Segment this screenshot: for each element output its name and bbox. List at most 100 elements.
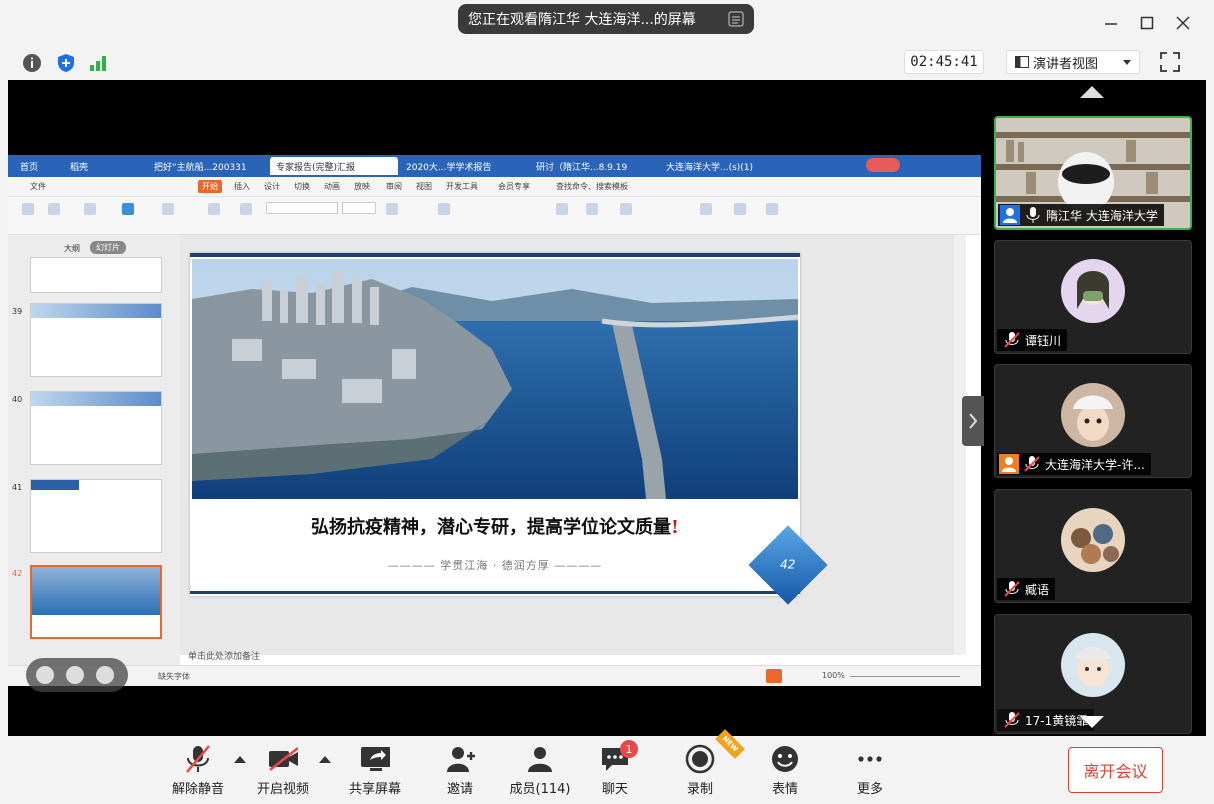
- chevron-right-icon: [969, 413, 978, 429]
- layout-icon: [1015, 56, 1029, 68]
- scroll-down-icon[interactable]: [1080, 716, 1104, 730]
- motto-right: 德润方厚: [501, 559, 550, 572]
- slide-title: 弘扬抗疫精神，潜心专研，提高学位论文质量!: [190, 513, 800, 539]
- screen-share-banner[interactable]: 您正在观看隋江华 大连海洋...的屏幕: [458, 4, 754, 34]
- close-button[interactable]: [1172, 12, 1194, 34]
- speaker-notes: 单击此处添加备注: [188, 652, 261, 662]
- slide-editing-area: 弘扬抗疫精神，潜心专研，提高学位论文质量! ———— 学贯江海 · 德润方厚 —…: [180, 235, 966, 655]
- fullscreen-icon[interactable]: [1160, 52, 1180, 72]
- share-screen-button[interactable]: 共享屏幕: [335, 744, 415, 798]
- info-icon[interactable]: [22, 53, 42, 73]
- signal-strength-icon[interactable]: [88, 53, 108, 73]
- ribbon-icon: [766, 203, 778, 215]
- microphone-muted-icon: [1024, 456, 1040, 472]
- invite-button[interactable]: 邀请: [420, 744, 500, 798]
- participant-name: 隋江华 大连海洋大学: [1046, 208, 1158, 223]
- user-avatar-icon: [1000, 205, 1020, 225]
- ribbon-icon: [240, 203, 252, 215]
- participant-name: 臧语: [1025, 582, 1050, 597]
- share-screen-label: 共享屏幕: [348, 782, 401, 797]
- meeting-toolbar: 解除静音 开启视频 共享屏幕 邀请 成员(114) 聊天: [0, 736, 1214, 804]
- chat-button[interactable]: 聊天: [575, 744, 655, 798]
- unmute-label: 解除静音: [171, 782, 224, 797]
- thumbnail-number: 41: [12, 483, 23, 492]
- participants-label: 成员(114): [509, 782, 571, 797]
- microphone-muted-icon: [1004, 581, 1020, 597]
- security-shield-icon[interactable]: [56, 53, 76, 73]
- participant-name-bar: 臧语: [997, 578, 1056, 600]
- reaction-icon[interactable]: [96, 666, 114, 684]
- members-icon: [528, 747, 552, 772]
- participant-tile[interactable]: 大连海洋大学-许...: [994, 364, 1192, 478]
- ribbon-icon: [620, 203, 632, 215]
- participants-button[interactable]: 成员(114): [497, 744, 583, 798]
- record-label: 录制: [686, 782, 713, 797]
- wps-menu-item: 设计: [264, 182, 280, 191]
- participant-tile-active[interactable]: 隋江华 大连海洋大学: [994, 116, 1192, 230]
- chat-unread-badge: 1: [620, 740, 638, 758]
- zoom-slider: [850, 676, 960, 677]
- record-icon: [685, 744, 715, 774]
- slide-thumbnail: [30, 303, 162, 377]
- next-page-button[interactable]: [962, 396, 984, 446]
- maximize-button[interactable]: [1136, 12, 1158, 34]
- speaker-view-button[interactable]: 演讲者视图: [1006, 50, 1140, 74]
- more-button[interactable]: 更多: [830, 744, 910, 798]
- microphone-muted-icon: [1004, 712, 1020, 728]
- meeting-window: 您正在观看隋江华 大连海洋...的屏幕 02:45:41 演讲者视图 首页 稻壳…: [0, 0, 1214, 804]
- wps-tab-bar: 首页 稻壳 把好“主航船...200331 专家报告(完整)汇报 2020大..…: [8, 155, 981, 177]
- close-icon: [1176, 16, 1190, 30]
- participant-name: 17-1黄镜霏: [1025, 713, 1089, 728]
- chevron-down-icon: [1123, 60, 1131, 65]
- ribbon-icon: [208, 203, 220, 215]
- missing-font-status: 缺失字体: [158, 672, 190, 681]
- thumbnail-number: 42: [12, 569, 23, 578]
- reaction-icon[interactable]: [66, 666, 84, 684]
- slide-thumbnail: [30, 479, 162, 553]
- leave-meeting-button[interactable]: 离开会议: [1068, 747, 1163, 793]
- participant-tile[interactable]: 臧语: [994, 489, 1192, 603]
- slide-thumbnail: [30, 391, 162, 465]
- more-dots-icon: [858, 756, 882, 762]
- participant-avatar: [1061, 259, 1125, 323]
- scroll-up-icon[interactable]: [1080, 84, 1104, 98]
- reactions-overlay[interactable]: [26, 658, 128, 692]
- more-label: 更多: [856, 782, 883, 797]
- slide-title-text: 弘扬抗疫精神，潜心专研，提高学位论文质量: [311, 517, 672, 538]
- ribbon-icon: [48, 203, 60, 215]
- participant-name-bar: 大连海洋大学-许...: [997, 453, 1151, 475]
- ribbon-icon: [122, 203, 134, 215]
- play-icon: [766, 669, 782, 683]
- wps-menu-item: 放映: [354, 182, 370, 191]
- share-banner-text: 您正在观看隋江华 大连海洋...的屏幕: [468, 12, 696, 28]
- minimize-button[interactable]: [1100, 12, 1122, 34]
- menu-icon[interactable]: [728, 11, 744, 27]
- wps-menu-item: 会员专享: [498, 182, 530, 191]
- chevron-up-icon[interactable]: [319, 754, 331, 764]
- microphone-muted-icon: [1004, 332, 1020, 348]
- ribbon-icon: [162, 203, 174, 215]
- unmute-button[interactable]: 解除静音: [158, 744, 238, 798]
- participant-name-bar: 隋江华 大连海洋大学: [998, 204, 1164, 226]
- ribbon-icon: [438, 203, 450, 215]
- title-bar: 您正在观看隋江华 大连海洋...的屏幕: [0, 0, 1214, 46]
- reaction-icon[interactable]: [36, 666, 54, 684]
- user-avatar-icon: [999, 454, 1019, 474]
- maximize-icon: [1140, 16, 1154, 30]
- reactions-button[interactable]: 表情: [745, 744, 825, 798]
- slide-title-exclaim: !: [671, 517, 679, 538]
- slide-thumbnail-selected: [30, 565, 162, 639]
- participant-tile[interactable]: 谭钰川: [994, 240, 1192, 354]
- wps-search-box: 查找命令、搜索模板: [556, 182, 628, 191]
- wps-menu-item: 审阅: [386, 182, 402, 191]
- ribbon-icon: [586, 203, 598, 215]
- smiley-icon: [772, 746, 798, 772]
- start-video-button[interactable]: 开启视频: [243, 744, 323, 798]
- wps-menu-item-active: 开始: [198, 180, 222, 193]
- microphone-muted-icon: [186, 745, 210, 773]
- ribbon-icon: [22, 203, 34, 215]
- participant-name: 谭钰川: [1025, 333, 1062, 348]
- wps-ribbon: [8, 197, 981, 235]
- motto-left: 学贯江海: [440, 559, 489, 572]
- microphone-icon: [1026, 207, 1040, 223]
